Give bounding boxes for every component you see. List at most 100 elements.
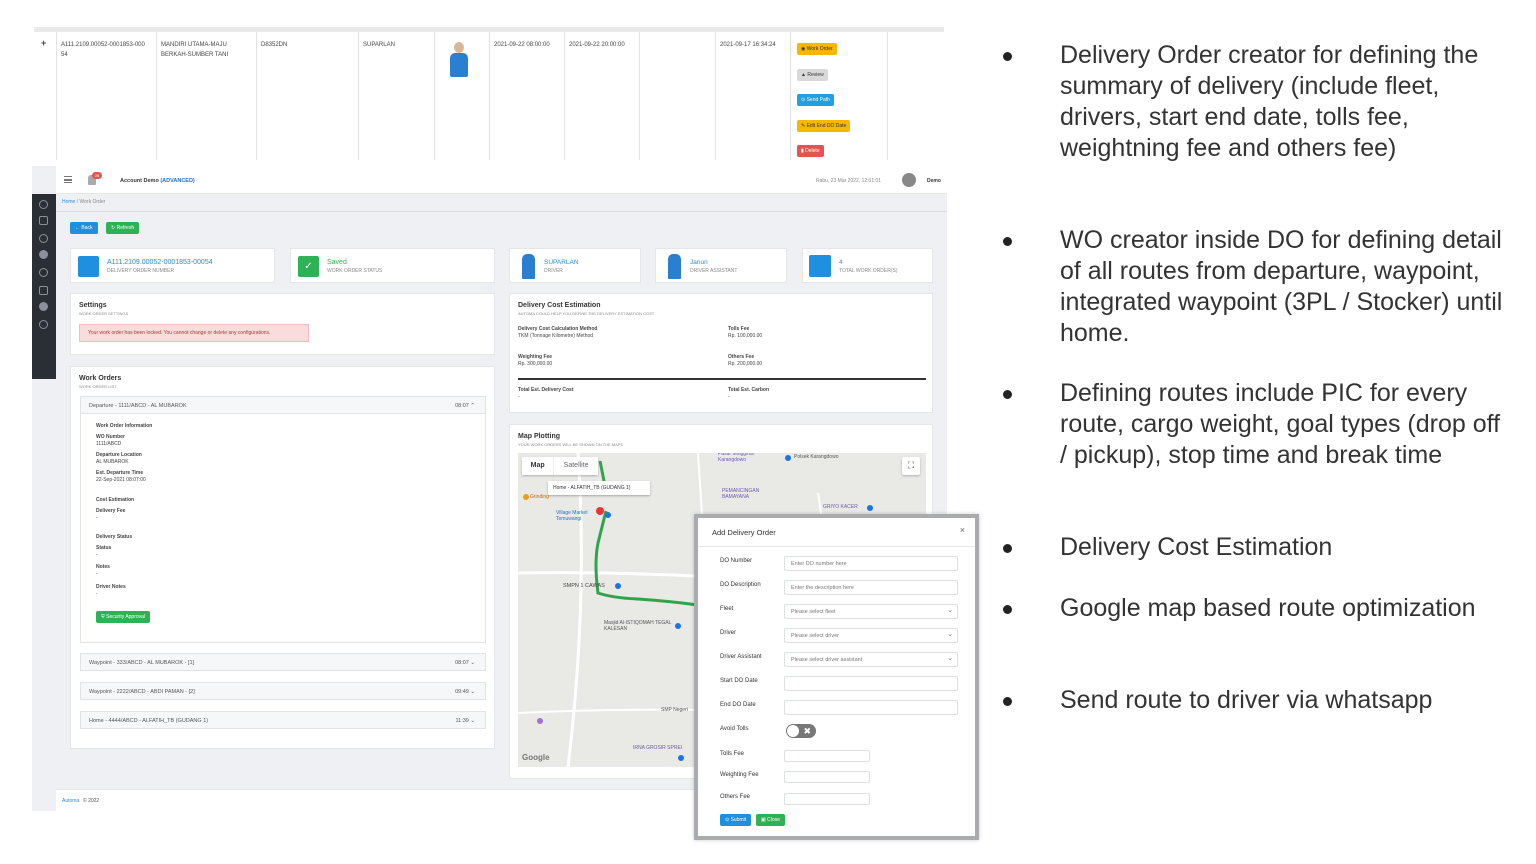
user-name[interactable]: Demo	[927, 178, 941, 184]
close-icon[interactable]: ×	[960, 525, 965, 535]
menu-icon-bar	[64, 179, 72, 181]
cost-estimation-card: Delivery Cost Estimation AUTOMA COULD HE…	[509, 293, 933, 413]
cloud-icon[interactable]	[39, 268, 48, 277]
circle-icon[interactable]	[39, 250, 48, 259]
map-label-smpn: SMPN 1 CAWAS	[563, 583, 605, 589]
feature-text: WO creator inside DO for defining detail…	[1060, 226, 1503, 347]
user-avatar[interactable]	[902, 173, 916, 187]
delete-button[interactable]: ▮ Delete	[797, 145, 824, 157]
refresh-button[interactable]: ↻ Refresh	[106, 222, 140, 234]
accordion-home[interactable]: Home - 4444/ABCD - ALFATIH_TB (GUDANG 1)…	[80, 711, 486, 729]
weighting-value: Rp. 300,000.00	[518, 361, 553, 367]
weighting-fee-label: Weighting Fee	[720, 772, 759, 778]
shop-marker-icon	[678, 755, 684, 761]
tab-satellite[interactable]: Satellite	[554, 457, 598, 475]
tolls-label: Tolls Fee	[728, 326, 750, 332]
total-cost-value: -	[518, 394, 520, 400]
account-tag: (ADVANCED)	[160, 178, 195, 184]
send-path-button[interactable]: ⊙ Send Path	[797, 94, 834, 106]
others-fee-input[interactable]	[784, 793, 870, 805]
google-logo: Google	[522, 753, 550, 762]
breadcrumb: Home / Work Order	[62, 199, 105, 205]
map-title: Map Plotting	[518, 433, 560, 440]
map-label-smp-negeri: SMP Negeri	[661, 707, 688, 713]
driver-label: Driver	[720, 630, 736, 636]
driver-select[interactable]: Please select driver	[784, 628, 958, 643]
start-do-date-input[interactable]	[784, 676, 958, 691]
cost-title: Delivery Cost Estimation	[518, 302, 601, 309]
breadcrumb-home[interactable]: Home	[62, 199, 75, 205]
map-info-window[interactable]: Home - ALFATIH_TB (GUDANG 1)	[548, 481, 650, 495]
sidebar	[32, 194, 56, 379]
avoid-tolls-toggle[interactable]: ✖	[786, 724, 816, 738]
tab-map[interactable]: Map	[522, 457, 555, 475]
security-approval-button[interactable]: ⛨ Security Approval	[96, 611, 151, 623]
shield-icon[interactable]	[39, 234, 48, 243]
wo-number-label: WO Number	[96, 434, 125, 440]
check-icon: ✓	[298, 256, 319, 277]
review-button[interactable]: ▲ Review	[797, 69, 828, 81]
map-label-pasar: Pasar Minggiran Karangdowo	[718, 453, 755, 463]
gears-icon[interactable]	[39, 320, 48, 329]
work-order-button[interactable]: ◉ Work Order	[797, 43, 837, 55]
driver-caption: DRIVER	[544, 268, 563, 274]
submit-button[interactable]: ⊙ Submit	[720, 814, 752, 826]
weighting-label: Weighting Fee	[518, 354, 553, 360]
school-marker-icon	[615, 583, 621, 589]
feature-text: Delivery Cost Estimation	[1060, 533, 1333, 561]
back-button[interactable]: ← Back	[70, 222, 98, 234]
est-departure-label: Est. Departure Time	[96, 470, 144, 476]
total-wo-caption: TOTAL WORK ORDER(S)	[839, 268, 898, 274]
accordion-departure[interactable]: Departure - 1111/ABCD - AL MUBAROK 08:07…	[80, 396, 486, 414]
car-icon[interactable]	[39, 216, 48, 225]
status-value: Saved	[327, 259, 347, 266]
driver-assistant-label: Driver Assistant	[720, 654, 762, 660]
accordion-waypoint-1[interactable]: Waypoint - 333/ABCD - AL MUBAROK - [1] 0…	[80, 653, 486, 671]
map-label-griyo-kacer: GRIYO KACER	[823, 504, 858, 510]
est-departure-value: 22-Sep-2021 08:07:00	[96, 477, 146, 483]
notes-value: -	[96, 571, 98, 577]
delivery-fee-value: -	[96, 515, 98, 521]
wo-info-title: Work Order Information	[96, 423, 153, 429]
delivery-status-title: Delivery Status	[96, 534, 133, 540]
account-label: Account Demo	[120, 178, 159, 184]
driver-assistant-select[interactable]: Please select driver assistant	[784, 652, 958, 667]
close-button[interactable]: ▣ Close	[756, 814, 785, 826]
edit-end-date-button[interactable]: ✎ Edit End DO Date	[797, 120, 851, 132]
cost-subtitle: AUTOMA COULD HELP YOU DEFINE THE DELIVER…	[518, 311, 655, 316]
account-name: Account Demo (ADVANCED)	[120, 178, 195, 184]
copy-icon	[809, 255, 831, 277]
dashboard-icon[interactable]	[39, 200, 48, 209]
driver-notes-label: Driver Notes	[96, 584, 126, 590]
plate-cell: D8352DN	[261, 42, 288, 48]
expand-row-button[interactable]: +	[41, 38, 46, 48]
fullscreen-icon[interactable]: ⛶	[902, 457, 920, 475]
delivery-fee-label: Delivery Fee	[96, 508, 126, 514]
end-do-date-label: End DO Date	[720, 702, 756, 708]
do-number-input[interactable]: Enter DO number here	[784, 556, 958, 571]
dot-icon[interactable]	[39, 302, 48, 311]
map-label-grinding: Grinding	[530, 494, 549, 500]
do-number-value: A111.2109.00052-0001853-00054	[107, 259, 213, 266]
end-do-date-input[interactable]	[784, 700, 958, 715]
tolls-fee-input[interactable]	[784, 750, 870, 762]
feature-text: Google map based route optimization	[1060, 594, 1476, 622]
accordion-waypoint-2[interactable]: Waypoint - 2222/ABCD - ABDI PAMAN - [2] …	[80, 682, 486, 700]
wrench-icon[interactable]	[39, 286, 48, 295]
weighting-fee-input[interactable]	[784, 771, 870, 783]
tolls-fee-label: Tolls Fee	[720, 751, 745, 757]
company-cell: MANDIRI UTAMA-MAJU BERKAH-SUMBER TANI	[161, 42, 229, 58]
fleet-select[interactable]: Please select fleet	[784, 604, 958, 619]
footer-year: © 2022	[83, 798, 100, 804]
settings-subtitle: WORK ORDER SETTINGS	[79, 311, 129, 316]
refresh-label: Refresh	[116, 225, 135, 231]
accordion-label: Waypoint - 2222/ABCD - ABDI PAMAN - [2]	[89, 689, 195, 695]
driver-cell: SUPARLAN	[363, 42, 395, 48]
breadcrumb-separator: /	[76, 199, 79, 205]
footer-brand[interactable]: Automa	[62, 798, 79, 804]
edit-end-date-label: Edit End DO Date	[806, 123, 847, 129]
submit-label: Submit	[730, 817, 747, 823]
work-orders-card: Work Orders WORK ORDER LIST Departure - …	[70, 366, 495, 749]
feature-text: Send route to driver via whatsapp	[1060, 686, 1433, 714]
do-description-input[interactable]: Enter the description here	[784, 580, 958, 595]
